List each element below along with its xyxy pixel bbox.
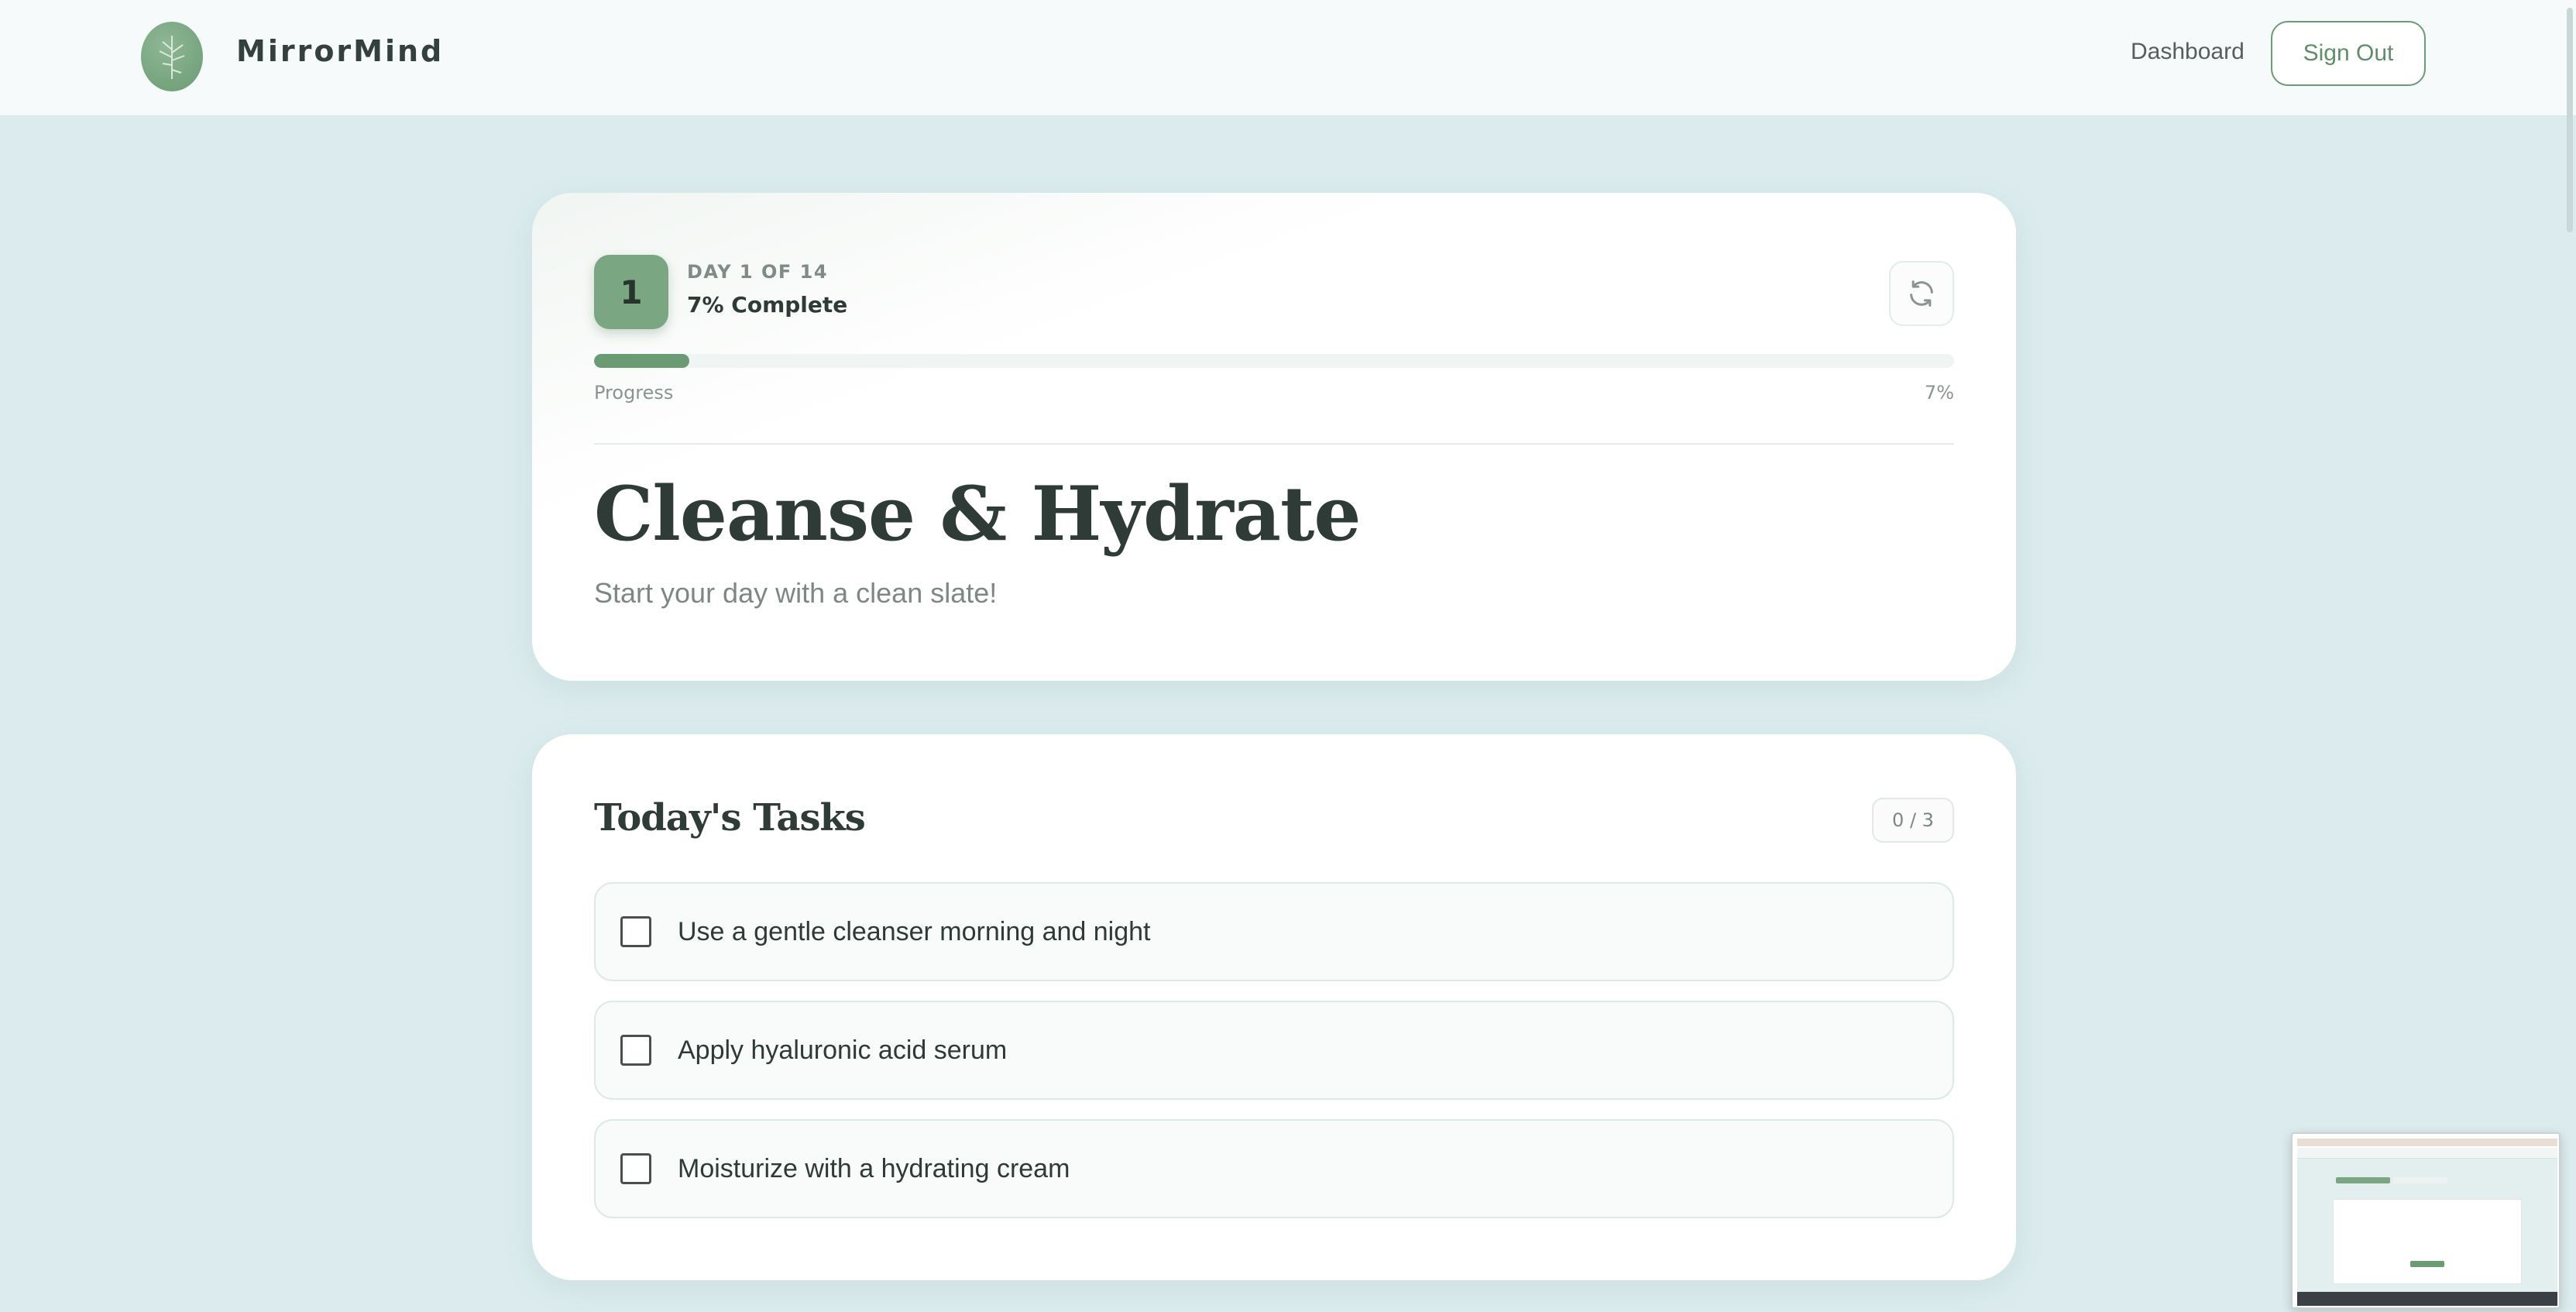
preview-tab <box>2393 1177 2447 1183</box>
day-title: Cleanse & Hydrate <box>594 470 1361 558</box>
task-checkbox[interactable] <box>620 1153 651 1184</box>
progress-label: Progress <box>594 382 674 404</box>
preview-dock <box>2297 1292 2557 1306</box>
day-progress-card: 1 DAY 1 OF 14 7% Complete Progress 7% Cl… <box>532 193 2016 681</box>
task-item[interactable]: Use a gentle cleanser morning and night <box>594 882 1954 981</box>
progress-percent: 7% <box>1924 382 1954 404</box>
task-list: Use a gentle cleanser morning and night … <box>594 882 1954 1238</box>
refresh-button[interactable] <box>1889 261 1954 326</box>
preview-tab-active <box>2336 1177 2390 1183</box>
task-item[interactable]: Apply hyaluronic acid serum <box>594 1001 1954 1100</box>
day-number-badge: 1 <box>594 255 668 329</box>
task-label: Use a gentle cleanser morning and night <box>678 916 1151 946</box>
task-label: Apply hyaluronic acid serum <box>678 1035 1008 1065</box>
screen-preview-thumbnail[interactable] <box>2291 1132 2561 1309</box>
day-subtitle: Start your day with a clean slate! <box>594 577 998 609</box>
preview-button <box>2410 1261 2444 1267</box>
task-label: Moisturize with a hydrating cream <box>678 1153 1070 1183</box>
scrollbar-thumb[interactable] <box>2567 8 2573 232</box>
task-checkbox[interactable] <box>620 1035 651 1066</box>
task-item[interactable]: Moisturize with a hydrating cream <box>594 1119 1954 1218</box>
sign-out-label: Sign Out <box>2303 40 2394 66</box>
plant-leaf-icon[interactable] <box>141 22 203 91</box>
divider <box>594 443 1954 445</box>
preview-titlebar <box>2297 1139 2557 1146</box>
sign-out-button[interactable]: Sign Out <box>2271 21 2426 86</box>
nav-dashboard-link[interactable]: Dashboard <box>2131 39 2245 65</box>
progress-bar-fill <box>594 354 689 368</box>
progress-bar <box>594 354 1954 368</box>
tasks-count: 0 / 3 <box>1892 809 1934 831</box>
task-checkbox[interactable] <box>620 916 651 947</box>
preview-navbar <box>2297 1148 2557 1159</box>
tasks-count-badge: 0 / 3 <box>1872 798 1954 843</box>
day-number: 1 <box>620 273 643 311</box>
refresh-icon <box>1910 280 1933 307</box>
tasks-card: Today's Tasks 0 / 3 Use a gentle cleanse… <box>532 734 2016 1280</box>
brand-name[interactable]: MirrorMind <box>236 34 444 68</box>
top-navbar: MirrorMind Dashboard Sign Out <box>0 0 2576 116</box>
day-complete-text: 7% Complete <box>687 292 848 318</box>
day-kicker: DAY 1 OF 14 <box>687 261 829 283</box>
tasks-title: Today's Tasks <box>594 796 866 840</box>
preview-card <box>2333 1199 2522 1284</box>
